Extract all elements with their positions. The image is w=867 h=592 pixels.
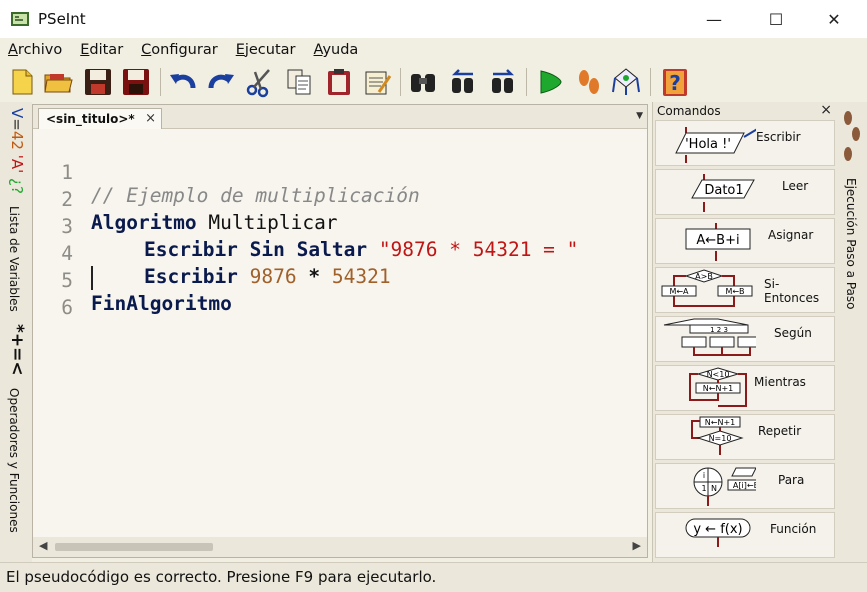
code-line: 4 Escribir 9876 * 54321 <box>33 219 647 288</box>
scroll-right-icon[interactable]: ▶ <box>633 539 641 552</box>
commands-title: Comandos <box>657 104 721 118</box>
si-entonces-icon: A>B M←A M←B <box>661 269 753 307</box>
leer-icon: Dato1 <box>691 174 755 212</box>
segun-icon: 1 2 3 <box>663 318 756 356</box>
menu-ayuda[interactable]: Ayuda <box>310 42 359 58</box>
copy-icon[interactable] <box>283 66 315 98</box>
command-funcion[interactable]: y ← f(x) Función <box>655 512 835 558</box>
toolbar: ? <box>0 62 867 102</box>
svg-text:M←A: M←A <box>669 287 689 296</box>
svg-text:V=42 'A' ¿?: V=42 'A' ¿? <box>8 108 26 194</box>
asignar-icon: A←B+i <box>685 223 751 261</box>
svg-text:N<10: N<10 <box>707 370 730 379</box>
help-icon[interactable]: ? <box>659 66 691 98</box>
pseint-app-icon <box>11 12 29 26</box>
code-line: 5 FinAlgoritmo <box>33 246 647 315</box>
svg-text:i: i <box>703 471 705 480</box>
step-by-step-tab[interactable]: Ejecución Paso a Paso <box>844 178 858 309</box>
tab-close-icon[interactable]: × <box>145 111 156 126</box>
menu-ejecutar[interactable]: Ejecutar <box>232 42 296 58</box>
flowchart-icon[interactable] <box>610 66 642 98</box>
svg-text:N: N <box>711 484 717 493</box>
svg-text:N←N+1: N←N+1 <box>705 418 735 427</box>
mientras-icon: N<10 N←N+1 <box>689 367 747 407</box>
tab-label: <sin_titulo>* <box>46 112 135 126</box>
close-window-button[interactable]: ✕ <box>811 0 857 38</box>
svg-text:y ← f(x): y ← f(x) <box>693 522 742 537</box>
para-icon: i 1 N A[i]←B <box>693 467 756 506</box>
funcion-icon: y ← f(x) <box>685 518 751 547</box>
repetir-icon: N←N+1 N=10 <box>691 416 744 455</box>
command-escribir[interactable]: 'Hola !' Escribir <box>655 120 835 166</box>
find-next-icon[interactable] <box>487 66 519 98</box>
find-icon[interactable] <box>407 66 439 98</box>
text-caret <box>91 266 93 290</box>
code-line: 2 Algoritmo Multiplicar <box>33 165 647 234</box>
footsteps-icon <box>844 111 860 161</box>
edit-icon[interactable] <box>361 66 393 98</box>
operators-functions-tab[interactable]: Operadores y Funciones <box>7 388 21 533</box>
maximize-button[interactable]: ☐ <box>753 0 799 38</box>
command-leer[interactable]: Dato1 Leer <box>655 169 835 215</box>
svg-text:A←B+i: A←B+i <box>696 233 739 248</box>
minimize-button[interactable]: — <box>691 0 737 38</box>
step-by-step-icon[interactable] <box>573 66 605 98</box>
svg-text:A[i]←B: A[i]←B <box>733 481 756 490</box>
menu-configurar[interactable]: Configurar <box>137 42 218 58</box>
svg-text:M←B: M←B <box>725 287 744 296</box>
command-si-entonces[interactable]: A>B M←A M←B Si-Entonces <box>655 267 835 313</box>
variables-icon: V=42 'A' ¿? <box>8 108 26 194</box>
svg-text:A>B: A>B <box>695 272 713 281</box>
open-folder-icon[interactable] <box>42 66 74 98</box>
code-line: 3 Escribir Sin Saltar "9876 * 54321 = " <box>33 192 647 261</box>
command-asignar[interactable]: A←B+i Asignar <box>655 218 835 264</box>
editor-area: <sin_titulo>* × ▼ 1 // Ejemplo de multip… <box>32 104 648 558</box>
redo-icon[interactable] <box>205 66 237 98</box>
save-icon[interactable] <box>82 66 114 98</box>
left-side-panel: V=42 'A' ¿? Lista de Variables *+=< Oper… <box>0 102 32 562</box>
tab-dropdown-icon[interactable]: ▼ <box>636 111 643 121</box>
svg-text:Dato1: Dato1 <box>704 183 743 198</box>
find-previous-icon[interactable] <box>447 66 479 98</box>
paste-icon[interactable] <box>323 66 355 98</box>
commands-close-icon[interactable]: × <box>820 102 832 118</box>
horizontal-scrollbar[interactable]: ◀ ▶ <box>33 537 647 557</box>
command-mientras[interactable]: N<10 N←N+1 Mientras <box>655 365 835 411</box>
title-bar: PSeInt — ☐ ✕ <box>0 0 867 38</box>
cut-icon[interactable] <box>243 66 275 98</box>
status-message: El pseudocódigo es correcto. Presione F9… <box>6 568 437 586</box>
code-line: 6 <box>33 273 647 319</box>
code-line: 1 // Ejemplo de multiplicación <box>33 138 647 207</box>
status-bar: El pseudocódigo es correcto. Presione F9… <box>0 562 867 592</box>
code-editor[interactable]: 1 // Ejemplo de multiplicación 2 Algorit… <box>33 129 647 537</box>
command-repetir[interactable]: N←N+1 N=10 Repetir <box>655 414 835 460</box>
scrollbar-thumb[interactable] <box>55 543 213 551</box>
command-para[interactable]: i 1 N A[i]←B Para <box>655 463 835 509</box>
commands-panel: Comandos × 'Hola !' Escribir Dato1 Leer … <box>652 102 836 562</box>
svg-text:N←N+1: N←N+1 <box>703 384 733 393</box>
undo-icon[interactable] <box>167 66 199 98</box>
menu-bar: Archivo Editar Configurar Ejecutar Ayuda <box>0 38 867 62</box>
new-file-icon[interactable] <box>6 66 38 98</box>
step-by-step-panel: Ejecución Paso a Paso <box>836 102 867 562</box>
window-title: PSeInt <box>38 10 86 28</box>
run-icon[interactable] <box>533 66 565 98</box>
tab-sin-titulo[interactable]: <sin_titulo>* × <box>38 108 162 130</box>
svg-text:?: ? <box>669 71 681 95</box>
save-as-icon[interactable] <box>120 66 152 98</box>
svg-text:1: 1 <box>701 484 706 493</box>
scroll-left-icon[interactable]: ◀ <box>39 539 47 552</box>
escribir-icon: 'Hola !' <box>675 127 756 163</box>
line-number: 6 <box>61 296 73 319</box>
variables-list-tab[interactable]: Lista de Variables <box>7 206 21 312</box>
editor-tab-bar: <sin_titulo>* × ▼ <box>33 105 647 130</box>
menu-editar[interactable]: Editar <box>76 42 123 58</box>
operators-icon: *+=< <box>7 324 27 376</box>
menu-archivo[interactable]: Archivo <box>4 42 62 58</box>
command-segun[interactable]: 1 2 3 Según <box>655 316 835 362</box>
svg-text:1 2 3: 1 2 3 <box>710 326 728 334</box>
svg-text:'Hola !': 'Hola !' <box>685 137 731 152</box>
svg-text:N=10: N=10 <box>709 434 732 443</box>
